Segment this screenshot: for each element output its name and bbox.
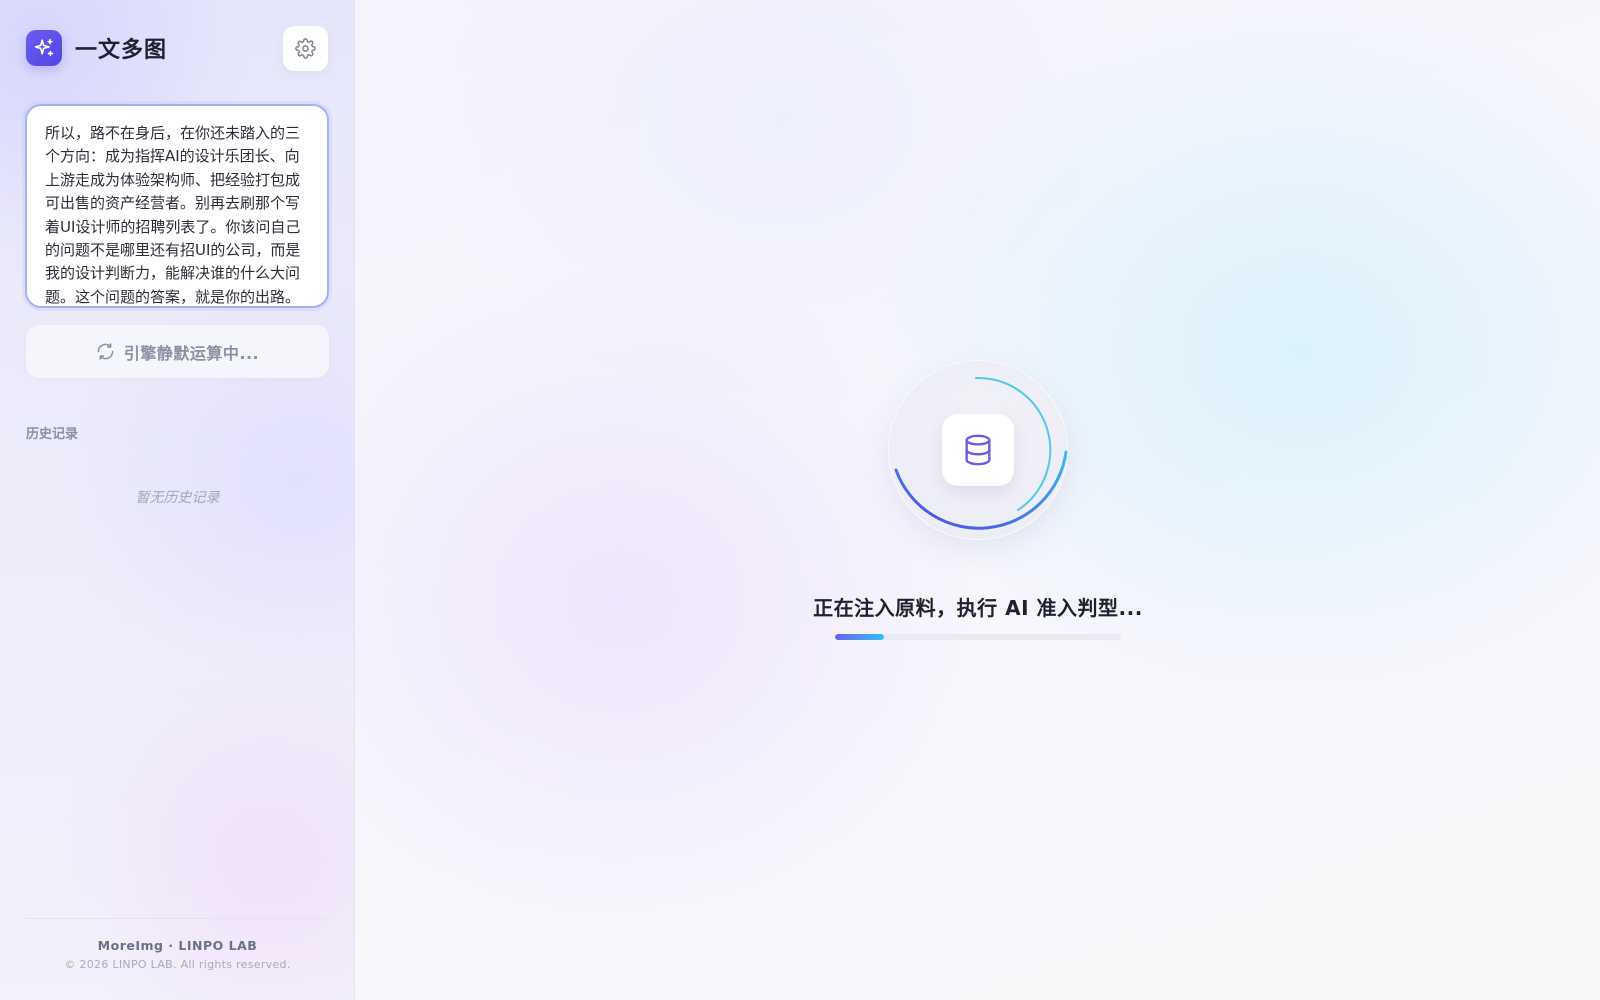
footer-copyright: © 2026 LINPO LAB. All rights reserved. bbox=[64, 958, 291, 971]
loader-core bbox=[942, 414, 1014, 486]
footer-divider bbox=[26, 918, 329, 919]
gear-icon bbox=[295, 38, 316, 59]
generate-button[interactable]: 引擎静默运算中... bbox=[26, 325, 329, 378]
progress-fill bbox=[835, 634, 884, 640]
history-heading: 历史记录 bbox=[26, 427, 79, 442]
sparkles-icon bbox=[26, 30, 62, 66]
history-empty-state: 暂无历史记录 bbox=[135, 490, 220, 506]
prompt-text: 所以，路不在身后，在你还未踏入的三个方向：成为指挥AI的设计乐团长、向上游走成为… bbox=[45, 124, 301, 306]
settings-button[interactable] bbox=[283, 26, 328, 71]
database-icon bbox=[961, 433, 995, 467]
status-text: 正在注入原料，执行 AI 准入判型... bbox=[813, 596, 1143, 620]
loading-spinner bbox=[888, 360, 1068, 540]
prompt-textarea[interactable]: 所以，路不在身后，在你还未踏入的三个方向：成为指挥AI的设计乐团长、向上游走成为… bbox=[25, 104, 329, 308]
footer-brand: MoreImg · LINPO LAB bbox=[97, 938, 258, 953]
brand: 一文多图 bbox=[26, 30, 167, 66]
refresh-icon bbox=[96, 342, 115, 361]
sidebar: 一文多图 所以，路不在身后，在你还未踏入的三个方向：成为指挥AI的设计乐团长、向… bbox=[0, 0, 355, 1000]
progress-bar bbox=[835, 634, 1121, 640]
generate-button-label: 引擎静默运算中... bbox=[123, 343, 260, 363]
app-title: 一文多图 bbox=[75, 38, 168, 63]
